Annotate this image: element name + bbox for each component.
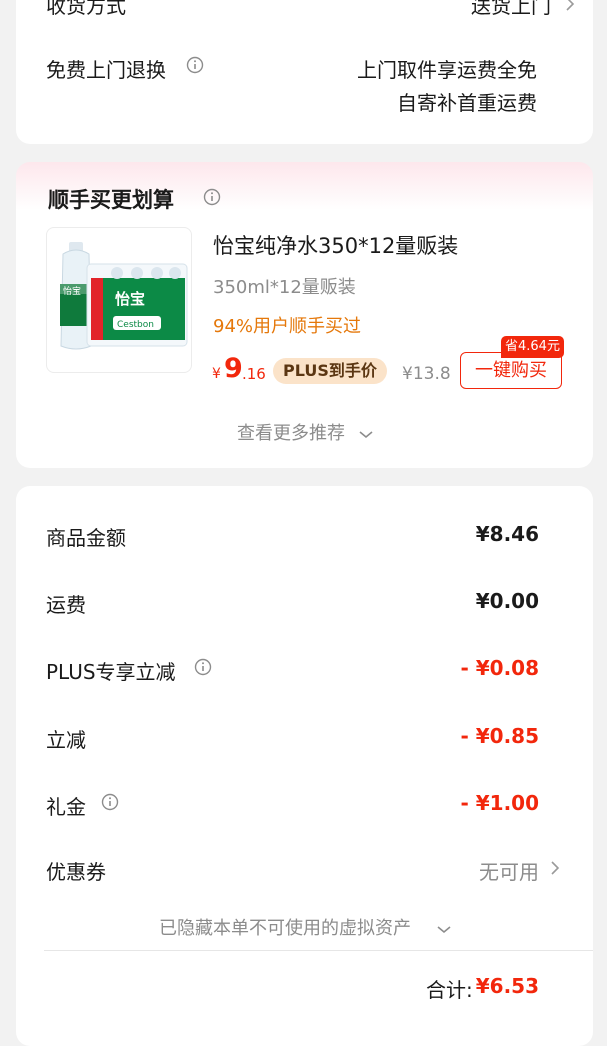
original-price: ¥13.8: [402, 364, 451, 384]
price-decimal: .16: [242, 365, 266, 383]
order-summary-card: 商品金额 ¥8.46 运费 ¥0.00 PLUS专享立减 - ¥0.08 立减 …: [16, 486, 593, 1046]
more-recommend-link[interactable]: 查看更多推荐: [237, 419, 345, 445]
summary-label-plus-discount: PLUS专享立减: [46, 660, 176, 684]
summary-label-instant-discount: 立减: [46, 728, 86, 752]
product-name[interactable]: 怡宝纯净水350*12量贩装: [213, 230, 458, 260]
summary-label-shipping: 运费: [46, 593, 86, 617]
info-icon[interactable]: [203, 188, 221, 206]
hidden-assets-toggle[interactable]: 已隐藏本单不可使用的虚拟资产: [159, 914, 411, 940]
chevron-down-icon[interactable]: [437, 919, 451, 938]
summary-value-instant-discount: - ¥0.85: [460, 724, 539, 748]
info-icon[interactable]: [101, 793, 119, 811]
info-icon[interactable]: [186, 56, 204, 74]
delivery-card: 收货方式 送货上门 免费上门退换 上门取件享运费全免 自寄补首重运费: [16, 0, 593, 144]
info-icon[interactable]: [194, 658, 212, 676]
price-symbol: ¥: [212, 366, 221, 382]
summary-divider: [44, 950, 593, 951]
summary-value-gift-money: - ¥1.00: [460, 791, 539, 815]
summary-label-coupon: 优惠券: [46, 860, 106, 884]
recommend-card: 顺手买更划算 怡宝 怡宝 Cestbon 怡宝纯净水350*12量贩装 350m…: [16, 162, 593, 468]
summary-value-plus-discount: - ¥0.08: [460, 656, 539, 680]
product-spec: 350ml*12量贩装: [213, 277, 356, 298]
free-return-value-line1: 上门取件享运费全免: [357, 58, 537, 82]
product-image[interactable]: 怡宝 怡宝 Cestbon: [46, 227, 192, 373]
save-badge: 省4.64元: [501, 336, 564, 358]
free-return-value-line2: 自寄补首重运费: [397, 91, 537, 115]
summary-value-shipping: ¥0.00: [475, 589, 539, 613]
free-return-label: 免费上门退换: [46, 58, 166, 82]
plus-price-tag: PLUS到手价: [273, 358, 387, 384]
pack-brand-label: 怡宝: [115, 290, 145, 308]
social-proof: 94%用户顺手买过: [213, 316, 362, 337]
total-label: 合计:: [426, 978, 473, 1002]
price-integer: 9: [224, 353, 243, 384]
pack-brand-en: Cestbon: [117, 320, 154, 330]
total-value: ¥6.53: [475, 974, 539, 998]
chevron-right-icon[interactable]: [550, 860, 560, 876]
summary-label-gift-money: 礼金: [46, 795, 86, 819]
summary-value-coupon[interactable]: 无可用: [479, 856, 539, 885]
bottle-brand-label: 怡宝: [63, 285, 81, 297]
delivery-method-value[interactable]: 送货上门: [471, 0, 551, 19]
delivery-method-label: 收货方式: [46, 0, 126, 18]
summary-label-goods-amount: 商品金额: [46, 526, 126, 550]
chevron-down-icon[interactable]: [359, 424, 373, 443]
chevron-right-icon[interactable]: [565, 0, 575, 12]
recommend-title: 顺手买更划算: [48, 188, 174, 212]
summary-value-goods-amount: ¥8.46: [475, 522, 539, 546]
water-bottles-image: 怡宝 怡宝 Cestbon: [60, 242, 188, 350]
